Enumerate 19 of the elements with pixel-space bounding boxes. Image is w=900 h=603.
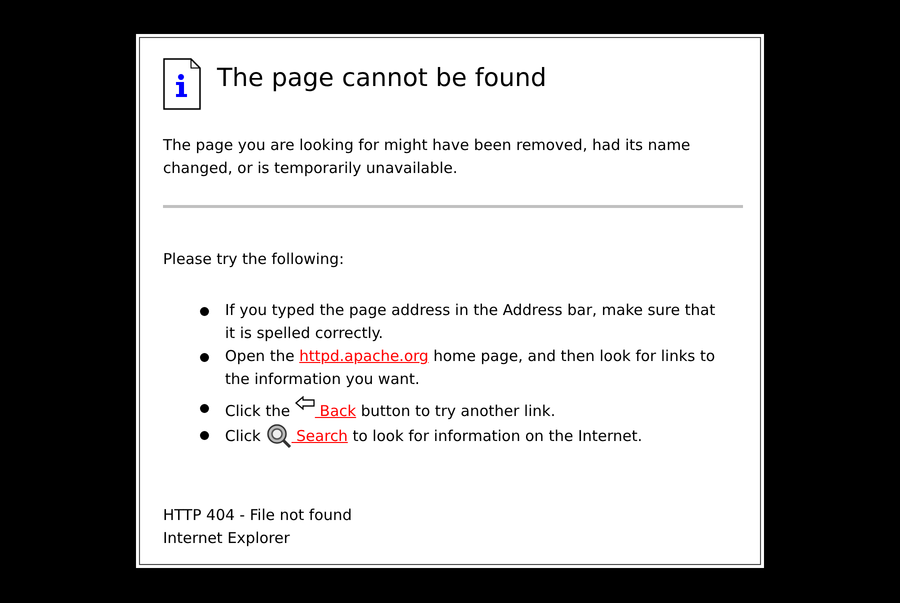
bullet-icon <box>200 431 209 440</box>
link[interactable]: Search <box>292 427 348 445</box>
suggestion-text: Click Search to look for information on the Internet. <box>225 423 642 449</box>
footer-text: HTTP 404 - File not found <box>163 505 353 526</box>
link[interactable]: Back <box>314 402 356 420</box>
info-document-icon <box>163 58 201 110</box>
suggestion-text: If you typed the page address in the Address bar, make sure that it is spelled correctly. <box>225 300 716 344</box>
suggestion-text: Open the httpd.apache.org home page, and then look for links to the information you want. <box>225 346 716 390</box>
bullet-icon <box>200 353 209 362</box>
left-arrow-icon <box>294 396 315 410</box>
intro-paragraph: The page you are looking for might have been removed, had its name changed, or is temporarily unavailable. <box>163 135 692 179</box>
footer-text: Internet Explorer <box>163 528 291 549</box>
prompt-text: Please try the following: <box>163 249 346 270</box>
bullet-icon <box>200 307 209 316</box>
page-title: The page cannot be found <box>217 63 546 93</box>
link[interactable]: httpd.apache.org <box>299 347 429 365</box>
magnifier-icon <box>266 423 292 449</box>
suggestion-text: Click the Back button to try another link. <box>225 396 556 423</box>
bullet-icon <box>200 404 209 413</box>
